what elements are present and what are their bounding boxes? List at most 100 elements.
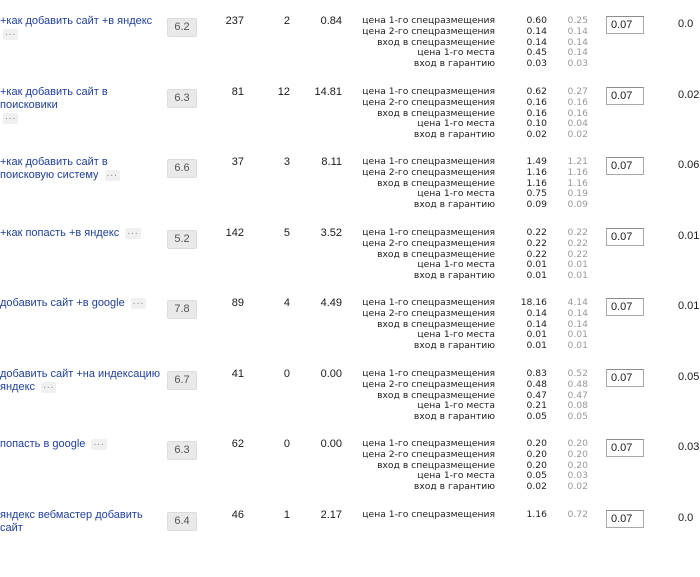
position-labels: цена 1-го спецразмещения цена 2-го спецра… xyxy=(350,368,495,423)
more-options-button[interactable]: ... xyxy=(3,27,19,40)
position-label: вход в гарантию xyxy=(413,411,495,423)
position-price: 0.02 xyxy=(526,129,547,141)
quality-score-badge: 6.7 xyxy=(167,371,197,390)
position-label: вход в гарантию xyxy=(413,340,495,352)
position-label: цена 2-го спецразмещения xyxy=(362,237,495,249)
clicks-count: 5 xyxy=(283,227,290,239)
ctr-value: 4.49 xyxy=(320,297,342,309)
shows-count: 41 xyxy=(231,368,244,380)
position-label: вход в гарантию xyxy=(413,199,495,211)
ctr-value: 0.00 xyxy=(320,368,342,380)
position-price-secondary: 1.16 xyxy=(567,166,588,178)
position-price: 0.22 xyxy=(526,237,547,249)
keyword-phrase-link[interactable]: +как попасть +в яндекс ... xyxy=(0,226,164,240)
last-column-value: 0.01 xyxy=(678,300,700,312)
position-prices: 0.22 0.22 0.22 0.01 0.01 xyxy=(505,227,547,282)
keyword-phrase-link[interactable]: добавить сайт +в google ... xyxy=(0,296,164,310)
position-label: цена 2-го спецразмещения xyxy=(362,166,495,178)
keyword-phrase-text[interactable]: +как добавить сайт в поисковики xyxy=(0,86,108,111)
bid-input[interactable] xyxy=(606,369,644,387)
table-row: добавить сайт +на индексацию яндекс ... … xyxy=(0,366,700,436)
bid-input[interactable] xyxy=(606,298,644,316)
more-options-button[interactable]: ... xyxy=(125,226,141,239)
bid-input[interactable] xyxy=(606,157,644,175)
position-price: 0.16 xyxy=(526,96,547,108)
bid-input[interactable] xyxy=(606,439,644,457)
keyword-table: +как добавить сайт +в яндекс ... 6.2 237… xyxy=(0,0,700,534)
clicks-count: 0 xyxy=(283,438,290,450)
position-price-secondary: 0.01 xyxy=(567,270,588,282)
quality-score-badge: 6.3 xyxy=(167,441,197,460)
quality-score-badge: 6.2 xyxy=(167,18,197,37)
position-label: цена 2-го спецразмещения xyxy=(362,378,495,390)
shows-count: 81 xyxy=(231,86,244,98)
ctr-value: 0.84 xyxy=(320,15,342,27)
last-column-value: 0.03 xyxy=(678,441,700,453)
quality-score-badge: 6.3 xyxy=(167,89,197,108)
table-row: яндекс вебмастер добавить сайт ... 6.4 4… xyxy=(0,507,700,577)
more-options-button[interactable]: ... xyxy=(91,437,107,450)
position-price-secondary: 0.48 xyxy=(567,378,588,390)
table-row: +как добавить сайт в поисковики ... 6.3 … xyxy=(0,84,700,154)
ctr-value: 0.00 xyxy=(320,438,342,450)
clicks-count: 0 xyxy=(283,368,290,380)
position-price-secondary: 0.01 xyxy=(567,340,588,352)
position-prices-secondary: 0.20 0.20 0.20 0.03 0.02 xyxy=(552,438,588,493)
keyword-phrase-text[interactable]: попасть в google xyxy=(0,438,85,450)
position-price-secondary: 0.05 xyxy=(567,411,588,423)
position-price-secondary: 0.20 xyxy=(567,448,588,460)
position-label: цена 2-го спецразмещения xyxy=(362,96,495,108)
position-prices-secondary: 4.14 0.14 0.14 0.01 0.01 xyxy=(552,297,588,352)
position-label: вход в гарантию xyxy=(413,481,495,493)
position-prices: 0.60 0.14 0.14 0.45 0.03 xyxy=(505,15,547,70)
keyword-phrase-text[interactable]: +как добавить сайт +в яндекс xyxy=(0,15,152,27)
position-price: 0.05 xyxy=(526,411,547,423)
position-label: цена 1-го спецразмещения xyxy=(362,509,495,520)
last-column-value: 0.0 xyxy=(678,18,694,30)
position-prices: 18.16 0.14 0.14 0.01 0.01 xyxy=(505,297,547,352)
bid-input[interactable] xyxy=(606,16,644,34)
position-price-secondary: 0.16 xyxy=(567,96,588,108)
keyword-phrase-text[interactable]: яндекс вебмастер добавить сайт xyxy=(0,509,143,534)
more-options-button[interactable]: ... xyxy=(130,296,147,309)
position-price: 1.16 xyxy=(526,509,547,520)
more-options-button[interactable]: ... xyxy=(41,380,57,393)
shows-count: 89 xyxy=(231,297,244,309)
table-row: попасть в google ... 6.3 62 0 0.00 цена … xyxy=(0,436,700,506)
position-prices: 0.83 0.48 0.47 0.21 0.05 xyxy=(505,368,547,423)
keyword-phrase-text[interactable]: добавить сайт +в google xyxy=(0,297,125,309)
keyword-phrase-link[interactable]: добавить сайт +на индексацию яндекс ... xyxy=(0,368,164,394)
bid-input[interactable] xyxy=(606,510,644,528)
shows-count: 62 xyxy=(231,438,244,450)
position-price-secondary: 0.09 xyxy=(567,199,588,211)
last-column-value: 0.0 xyxy=(678,512,694,524)
position-prices: 1.49 1.16 1.16 0.75 0.09 xyxy=(505,156,547,211)
last-column-value: 0.02 xyxy=(678,89,700,101)
quality-score-badge: 6.4 xyxy=(167,512,197,531)
shows-count: 37 xyxy=(231,156,244,168)
keyword-phrase-link[interactable]: +как добавить сайт +в яндекс ... xyxy=(0,15,164,41)
table-row: +как добавить сайт +в яндекс ... 6.2 237… xyxy=(0,13,700,83)
keyword-phrase-link[interactable]: +как добавить сайт в поисковую систему .… xyxy=(0,156,164,182)
position-label: цена 2-го спецразмещения xyxy=(362,307,495,319)
keyword-phrase-text[interactable]: добавить сайт +на индексацию яндекс xyxy=(0,368,160,393)
position-prices-secondary: 0.22 0.22 0.22 0.01 0.01 xyxy=(552,227,588,282)
last-column-value: 0.01 xyxy=(678,230,700,242)
position-price: 0.01 xyxy=(526,270,547,282)
keyword-phrase-link[interactable]: +как добавить сайт в поисковики ... xyxy=(0,86,164,125)
keyword-phrase-text[interactable]: +как попасть +в яндекс xyxy=(0,227,119,239)
more-options-button[interactable]: ... xyxy=(104,168,120,181)
quality-score-badge: 6.6 xyxy=(167,159,197,178)
bid-input[interactable] xyxy=(606,228,644,246)
position-labels: цена 1-го спецразмещения цена 2-го спецра… xyxy=(350,86,495,141)
position-price: 0.20 xyxy=(526,448,547,460)
position-prices: 0.20 0.20 0.20 0.05 0.02 xyxy=(505,438,547,493)
more-options-button[interactable]: ... xyxy=(3,111,19,124)
keyword-phrase-link[interactable]: яндекс вебмастер добавить сайт ... xyxy=(0,509,164,535)
position-labels: цена 1-го спецразмещения цена 2-го спецра… xyxy=(350,15,495,70)
position-prices-secondary: 0.72 xyxy=(552,509,588,521)
keyword-phrase-link[interactable]: попасть в google ... xyxy=(0,437,164,451)
position-price-secondary: 0.14 xyxy=(567,25,588,37)
bid-input[interactable] xyxy=(606,87,644,105)
keyword-phrase-text[interactable]: +как добавить сайт в поисковую систему xyxy=(0,156,108,181)
